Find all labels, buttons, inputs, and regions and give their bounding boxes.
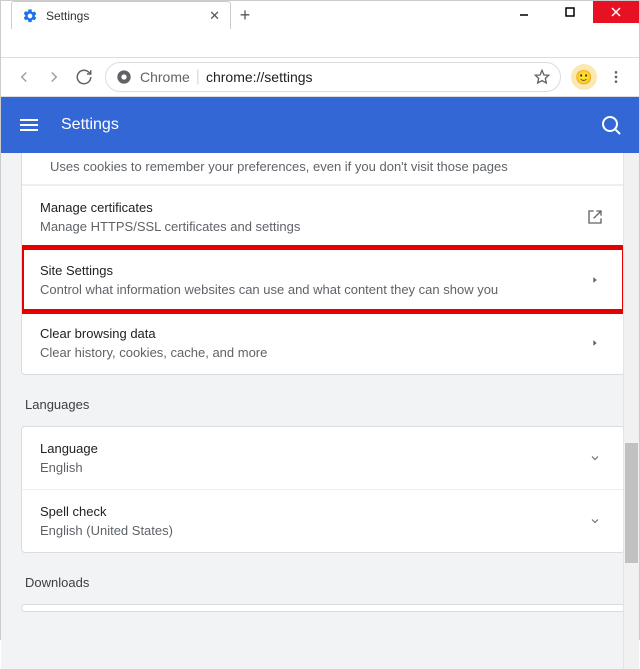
chevron-right-icon [584, 338, 606, 348]
appbar-title: Settings [61, 116, 599, 134]
cookies-row-subtitle-cutoff: Uses cookies to remember your preference… [22, 153, 624, 185]
row-subtitle: Clear history, cookies, cache, and more [40, 345, 584, 360]
row-title: Site Settings [40, 263, 584, 278]
chevron-right-icon [584, 275, 606, 285]
url-separator: | [196, 68, 200, 86]
external-link-icon [584, 209, 606, 225]
chevron-down-icon [584, 452, 606, 464]
languages-card: Language English Spell check English (Un… [21, 426, 625, 553]
row-subtitle: Control what information websites can us… [40, 282, 584, 297]
downloads-card-cutoff [21, 604, 625, 612]
back-button[interactable] [9, 62, 39, 92]
chrome-icon [116, 69, 132, 85]
gear-icon [22, 8, 38, 24]
window-close-button[interactable] [593, 1, 639, 23]
site-settings-row[interactable]: Site Settings Control what information w… [22, 248, 624, 311]
settings-appbar: Settings [1, 97, 639, 153]
chevron-down-icon [584, 515, 606, 527]
languages-section-header: Languages [25, 397, 625, 412]
tab-close-icon[interactable]: ✕ [209, 8, 220, 24]
window-minimize-button[interactable] [501, 1, 547, 23]
row-subtitle: English (United States) [40, 523, 584, 538]
scrollbar-thumb[interactable] [625, 443, 638, 563]
tab-title: Settings [46, 9, 209, 23]
row-title: Manage certificates [40, 200, 584, 215]
browser-menu-button[interactable] [601, 62, 631, 92]
row-title: Spell check [40, 504, 584, 519]
settings-content: Uses cookies to remember your preference… [1, 153, 639, 669]
address-bar[interactable]: Chrome | chrome://settings [105, 62, 561, 92]
menu-icon[interactable] [17, 113, 41, 137]
browser-tab-settings[interactable]: Settings ✕ [11, 1, 231, 29]
row-subtitle: English [40, 460, 584, 475]
search-icon[interactable] [599, 113, 623, 137]
manage-certificates-row[interactable]: Manage certificates Manage HTTPS/SSL cer… [22, 185, 624, 248]
url-scheme: Chrome [140, 69, 190, 85]
url-text: chrome://settings [206, 69, 313, 85]
window-maximize-button[interactable] [547, 1, 593, 23]
spell-check-row[interactable]: Spell check English (United States) [22, 489, 624, 552]
language-row[interactable]: Language English [22, 427, 624, 489]
browser-toolbar: Chrome | chrome://settings 🙂 [1, 57, 639, 97]
privacy-card: Uses cookies to remember your preference… [21, 153, 625, 375]
clear-browsing-data-row[interactable]: Clear browsing data Clear history, cooki… [22, 311, 624, 374]
row-subtitle: Manage HTTPS/SSL certificates and settin… [40, 219, 584, 234]
vertical-scrollbar[interactable] [623, 153, 639, 669]
forward-button[interactable] [39, 62, 69, 92]
row-title: Clear browsing data [40, 326, 584, 341]
row-title: Language [40, 441, 584, 456]
profile-avatar[interactable]: 🙂 [571, 64, 597, 90]
bookmark-star-icon[interactable] [534, 69, 550, 85]
downloads-section-header: Downloads [25, 575, 625, 590]
tabstrip: Settings ✕ + [1, 1, 499, 29]
new-tab-button[interactable]: + [231, 1, 259, 29]
reload-button[interactable] [69, 62, 99, 92]
